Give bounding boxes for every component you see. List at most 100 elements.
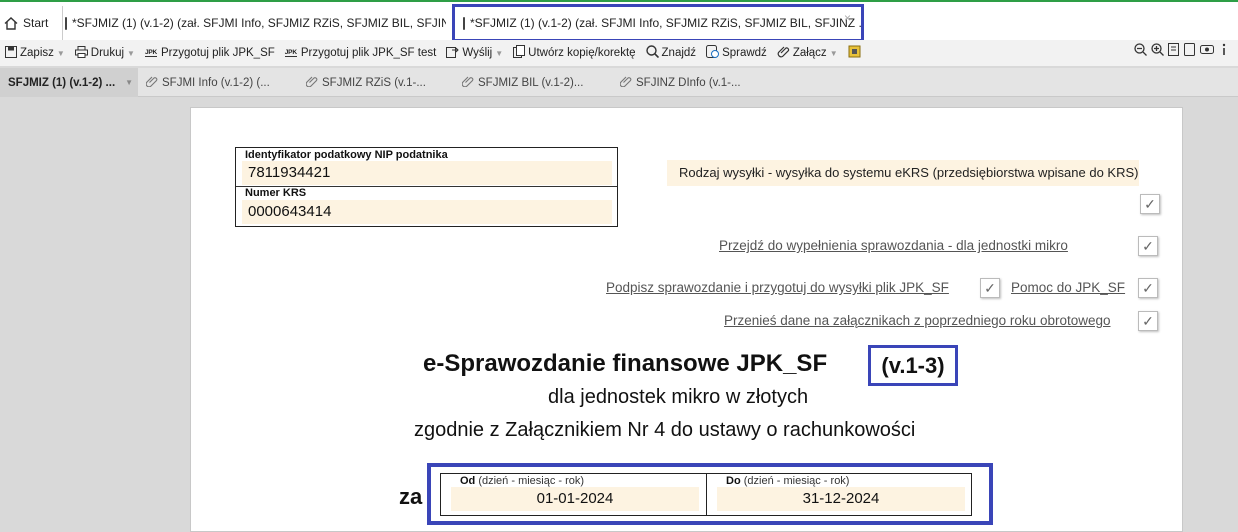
krs-field[interactable]: 0000643414 (242, 200, 612, 224)
printer-icon (74, 45, 88, 61)
find-button[interactable]: Znajdź (641, 42, 702, 64)
period-box: Od (dzień - miesiąc - rok) 01-01-2024 Do… (440, 473, 972, 516)
toolbar: Zapisz ▼ Drukuj ▼ JPK Przygotuj plik JPK… (0, 40, 1238, 66)
check-icon: ✓ (1142, 237, 1154, 254)
check-button[interactable]: Sprawdź (701, 42, 772, 64)
checkbox-transfer-data[interactable]: ✓ (1138, 311, 1158, 331)
page-title: e-Sprawozdanie finansowe JPK_SF (423, 350, 828, 377)
send-button[interactable]: Wyślij ▼ (441, 42, 508, 64)
copy-icon (513, 45, 526, 61)
close-tab-icon[interactable]: × (844, 11, 851, 25)
tab-sfjmiz-bil-label: SFJMIZ BIL (v.1-2)... (478, 76, 584, 89)
checkbox-sign-report[interactable]: ✓ (980, 278, 1000, 298)
search-icon (645, 45, 659, 61)
link-transfer-data[interactable]: Przenieś dane na załącznikach z poprzedn… (724, 313, 1111, 328)
period-highlight: Od (dzień - miesiąc - rok) 01-01-2024 Do… (427, 463, 993, 525)
attach-button[interactable]: Załącz ▼ (772, 42, 843, 64)
save-dropdown-icon[interactable]: ▼ (57, 49, 65, 58)
paperclip-icon (619, 75, 632, 90)
zoom-out-icon[interactable] (1134, 43, 1147, 59)
period-to-label: Do (dzień - miesiąc - rok) (726, 475, 850, 487)
tab-start-label: Start (23, 16, 49, 30)
tab-start[interactable]: Start (4, 6, 54, 40)
check-icon: ✓ (1142, 279, 1154, 296)
check-icon: ✓ (984, 279, 996, 296)
find-label: Znajdź (661, 47, 697, 59)
document-tab-bar: Start *SFJMIZ (1) (v.1-2) (zał. SFJMI In… (0, 2, 1238, 42)
link-help-jpk[interactable]: Pomoc do JPK_SF (1011, 280, 1125, 295)
period-prefix: za (399, 484, 423, 509)
info-icon[interactable] (1218, 43, 1230, 59)
copy-correction-button[interactable]: Utwórz kopię/korektę (508, 42, 640, 64)
save-label: Zapisz (20, 47, 54, 59)
prepare-jpk-label: Przygotuj plik JPK_SF (161, 47, 275, 59)
tab-sfjmiz-label: SFJMIZ (1) (v.1-2) ... (8, 76, 116, 89)
paperclip-icon (145, 75, 158, 90)
tab-document-2-label: *SFJMIZ (1) (v.1-2) (zał. SFJMI Info, SF… (470, 16, 864, 30)
subtitle-units: dla jednostek mikro w złotych (548, 386, 809, 408)
link-fill-report[interactable]: Przejdź do wypełnienia sprawozdania - dl… (719, 238, 1068, 253)
period-to-field[interactable]: 31-12-2024 (717, 487, 965, 511)
archive-button[interactable] (843, 42, 869, 64)
right-toolbar (1134, 43, 1230, 59)
tab-sfjmi-info-label: SFJMI Info (v.1-2) (... (162, 76, 270, 89)
check-document-icon (706, 45, 720, 61)
print-dropdown-icon[interactable]: ▼ (127, 49, 135, 58)
print-label: Drukuj (90, 47, 125, 59)
subtitle-legal-basis: zgodnie z Załącznikiem Nr 4 do ustawy o … (414, 419, 916, 441)
jpk-icon: JPK (144, 49, 157, 57)
nip-field[interactable]: 7811934421 (242, 161, 612, 185)
prepare-jpk-test-label: Przygotuj plik JPK_SF test (300, 47, 437, 59)
checkbox-help-jpk[interactable]: ✓ (1138, 278, 1158, 298)
zoom-in-icon[interactable] (1151, 43, 1164, 59)
link-sign-report[interactable]: Podpisz sprawozdanie i przygotuj do wysy… (606, 280, 949, 295)
print-button[interactable]: Drukuj ▼ (70, 42, 140, 64)
document-icon (463, 16, 465, 30)
attach-label: Załącz (792, 47, 827, 59)
fit-page-icon[interactable] (1168, 43, 1180, 59)
copy-correction-label: Utwórz kopię/korektę (528, 47, 636, 59)
tab-sfjmiz[interactable]: SFJMIZ (1) (v.1-2) ... ▼ (0, 68, 138, 97)
archive-icon (848, 45, 861, 61)
page-view-icon[interactable] (1184, 43, 1196, 59)
tab-sfjmi-info[interactable]: SFJMI Info (v.1-2) (... (145, 68, 270, 97)
tab-sfjinz-dinfo[interactable]: SFJINZ DInfo (v.1-... (619, 68, 741, 97)
period-from-cell: Od (dzień - miesiąc - rok) 01-01-2024 (441, 474, 707, 515)
prepare-jpk-button[interactable]: JPK Przygotuj plik JPK_SF (140, 42, 280, 64)
period-from-label: Od (dzień - miesiąc - rok) (460, 475, 585, 487)
send-dropdown-icon[interactable]: ▼ (495, 49, 503, 58)
tab-sfjmiz-rzis-label: SFJMIZ RZiS (v.1-... (322, 76, 426, 89)
send-label: Wyślij (462, 47, 493, 59)
attach-dropdown-icon[interactable]: ▼ (830, 49, 838, 58)
paperclip-icon (461, 75, 474, 90)
chevron-down-icon[interactable]: ▼ (125, 78, 133, 87)
tab-sfjinz-dinfo-label: SFJINZ DInfo (v.1-... (636, 76, 741, 89)
send-icon (446, 46, 460, 61)
check-icon: ✓ (1142, 312, 1154, 329)
paperclip-icon (305, 75, 318, 90)
nip-label: Identyfikator podatkowy NIP podatnika (245, 149, 448, 161)
tab-sfjmiz-bil[interactable]: SFJMIZ BIL (v.1-2)... (461, 68, 584, 97)
document-icon (65, 16, 67, 30)
taxpayer-id-box: Identyfikator podatkowy NIP podatnika 78… (235, 147, 618, 227)
save-icon (5, 45, 17, 61)
period-to-cell: Do (dzień - miesiąc - rok) 31-12-2024 (707, 474, 971, 515)
save-button[interactable]: Zapisz ▼ (0, 42, 70, 64)
krs-label: Numer KRS (245, 187, 307, 199)
tab-document-1[interactable]: *SFJMIZ (1) (v.1-2) (zał. SFJMI Info, SF… (62, 6, 446, 40)
tab-document-2-active[interactable]: *SFJMIZ (1) (v.1-2) (zał. SFJMI Info, SF… (452, 4, 864, 42)
version-badge: (v.1-3) (868, 345, 958, 386)
check-label: Sprawdź (722, 47, 767, 59)
period-from-field[interactable]: 01-01-2024 (451, 487, 699, 511)
jpk-icon: JPK (284, 49, 297, 57)
form-tab-bar: SFJMIZ (1) (v.1-2) ... ▼ SFJMI Info (v.1… (0, 68, 1238, 97)
paperclip-icon (777, 45, 790, 61)
shipment-type-field[interactable]: Rodzaj wysyłki - wysyłka do systemu eKRS… (667, 160, 1139, 186)
checkbox-shipment-type[interactable]: ✓ (1140, 194, 1160, 214)
checkbox-fill-report[interactable]: ✓ (1138, 236, 1158, 256)
preview-icon[interactable] (1200, 43, 1214, 59)
prepare-jpk-test-button[interactable]: JPK Przygotuj plik JPK_SF test (280, 42, 442, 64)
home-icon (4, 16, 18, 30)
check-icon: ✓ (1144, 195, 1156, 212)
tab-sfjmiz-rzis[interactable]: SFJMIZ RZiS (v.1-... (305, 68, 426, 97)
